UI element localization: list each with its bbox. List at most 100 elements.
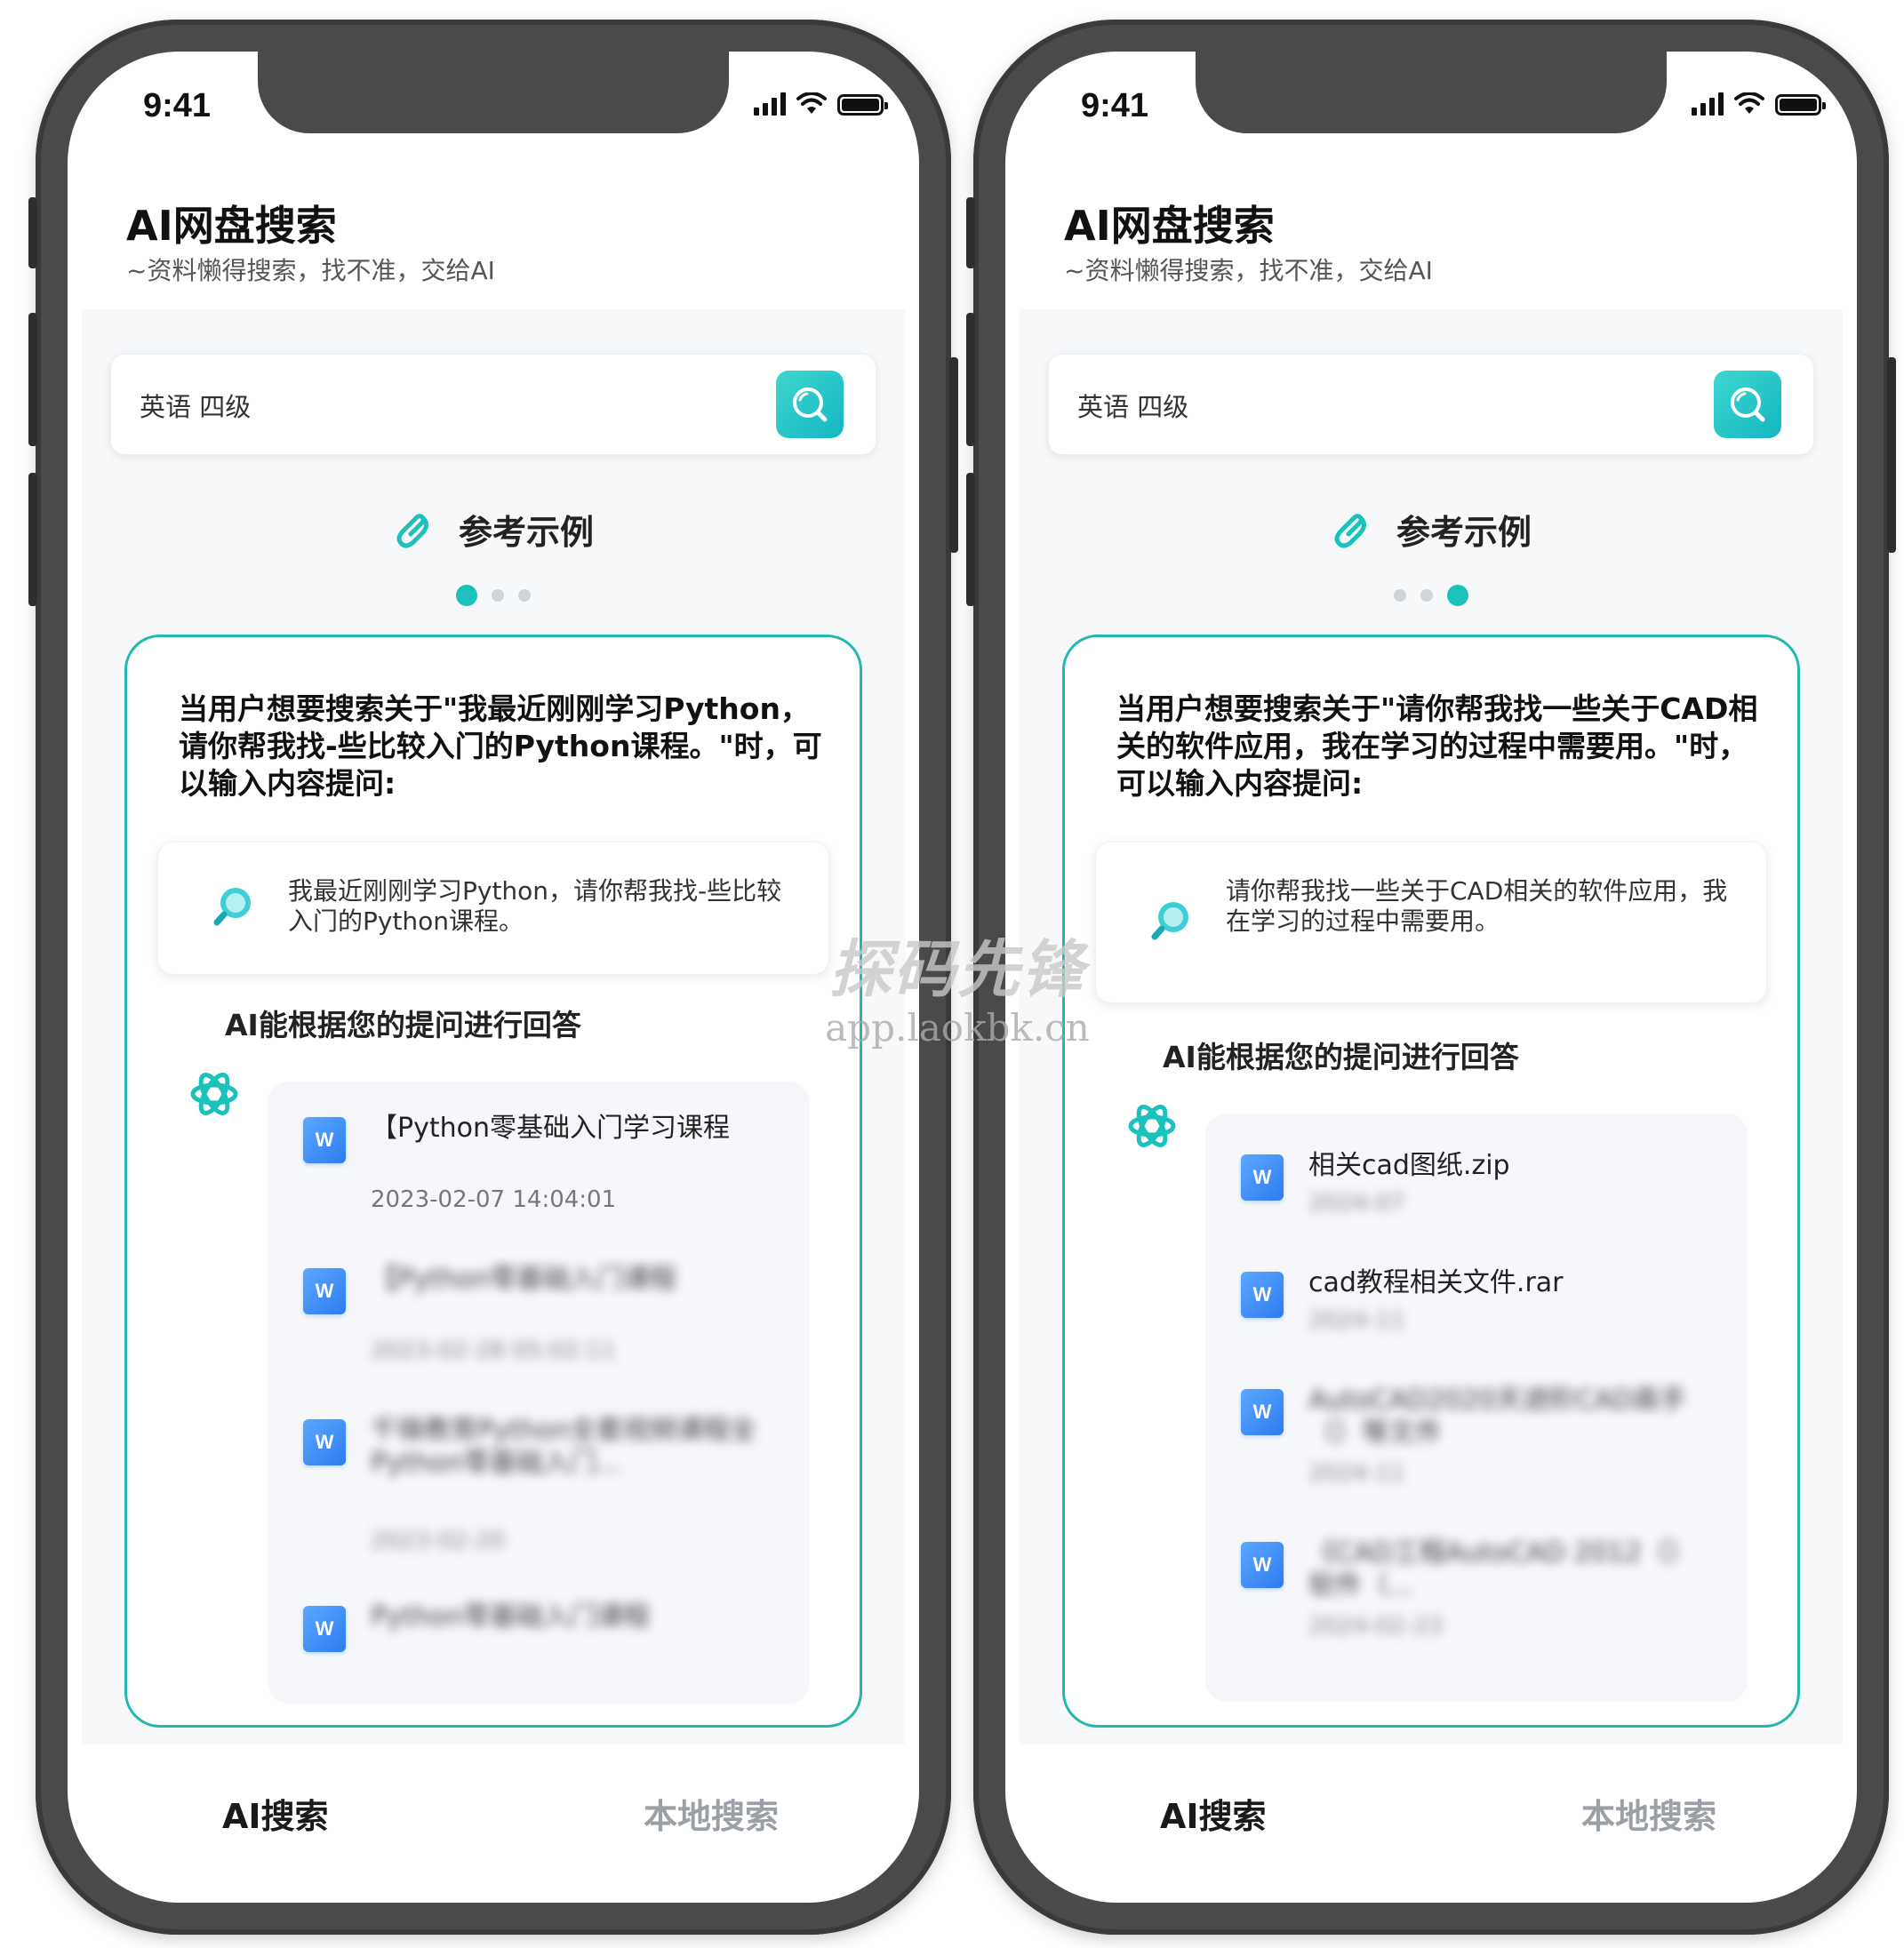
- volume-up-button: [966, 313, 975, 446]
- result-date: 2024-02-23: [1308, 1613, 1444, 1640]
- reference-header: 参考示例: [1005, 505, 1857, 554]
- result-item[interactable]: W 《CAD工程AutoCAD 2012（）软件（... 2024-02-23: [1241, 1537, 1721, 1661]
- result-name: 千锋教育Python全套视频课程全Python零基础入门...: [371, 1415, 756, 1479]
- paperclip-icon: [396, 513, 428, 547]
- example-heading: 当用户想要搜索关于"我最近刚刚学习Python，请你帮我找-些比较入门的Pyth…: [179, 691, 822, 801]
- result-item[interactable]: W Python零基础入门课程: [303, 1601, 783, 1672]
- example-query-text: 我最近刚刚学习Python，请你帮我找-些比较入门的Python课程。: [288, 876, 782, 936]
- word-doc-icon: W: [303, 1606, 346, 1652]
- magnifier-icon: [1151, 902, 1188, 940]
- result-item[interactable]: W cad教程相关文件.rar 2024-11: [1241, 1266, 1721, 1355]
- phone-screen: 9:41 AI网盘搜索 ~资料懒得搜索，找不准，交给AI 英语 四级 参考示例 …: [68, 52, 919, 1903]
- bottom-tab-bar: AI搜索 本地搜索: [68, 1789, 919, 1860]
- search-icon: [793, 387, 828, 422]
- result-date: 2024-11: [1308, 1460, 1405, 1487]
- status-icons: [754, 92, 888, 116]
- word-doc-icon: W: [1241, 1389, 1284, 1435]
- wifi-icon: [796, 92, 827, 114]
- app-subtitle: ~资料懒得搜索，找不准，交给AI: [126, 256, 495, 285]
- word-doc-icon: W: [303, 1419, 346, 1465]
- carousel-dots: [68, 585, 919, 606]
- notch: [258, 52, 729, 133]
- example-query-box[interactable]: 我最近刚刚学习Python，请你帮我找-些比较入门的Python课程。: [157, 842, 829, 975]
- result-name: AutoCAD2020天进阶CAD高手（）等文件: [1308, 1385, 1687, 1449]
- app-title: AI网盘搜索: [126, 202, 337, 250]
- ai-assistant-icon: [190, 1073, 238, 1115]
- bottom-tab-bar: AI搜索 本地搜索: [1005, 1789, 1857, 1860]
- magnifier-icon: [213, 888, 251, 926]
- result-name: 【Python零基础入门课程: [371, 1264, 676, 1295]
- volume-up-button: [28, 313, 37, 446]
- example-query-text: 请你帮我找一些关于CAD相关的软件应用，我在学习的过程中需要用。: [1226, 876, 1728, 936]
- search-box[interactable]: [110, 354, 876, 455]
- word-doc-icon: W: [1241, 1154, 1284, 1201]
- reference-header: 参考示例: [68, 505, 919, 554]
- silent-switch: [28, 197, 37, 268]
- tab-ai-search[interactable]: AI搜索: [222, 1789, 329, 1838]
- search-button[interactable]: [776, 371, 844, 438]
- tab-local-search[interactable]: 本地搜索: [1581, 1789, 1716, 1838]
- carousel-dot[interactable]: [518, 589, 531, 602]
- result-date: 2023-02-07 14:04:01: [371, 1186, 617, 1213]
- volume-down-button: [966, 473, 975, 606]
- result-date: 2024-11: [1308, 1307, 1405, 1334]
- result-date: 2024-07: [1308, 1190, 1405, 1217]
- wifi-icon: [1734, 92, 1764, 114]
- word-doc-icon: W: [303, 1268, 346, 1314]
- result-name: 《CAD工程AutoCAD 2012（）软件（...: [1308, 1537, 1695, 1601]
- carousel-dots: [1005, 585, 1857, 606]
- word-doc-icon: W: [1241, 1272, 1284, 1318]
- tab-local-search[interactable]: 本地搜索: [644, 1789, 779, 1838]
- result-date: 2023-02-20: [371, 1528, 506, 1554]
- carousel-dot[interactable]: [1447, 585, 1468, 606]
- battery-icon: [1775, 94, 1826, 116]
- word-doc-icon: W: [303, 1117, 346, 1163]
- ai-assistant-icon: [1128, 1105, 1176, 1147]
- reference-title: 参考示例: [1396, 513, 1532, 552]
- carousel-dot[interactable]: [492, 589, 504, 602]
- tab-ai-search[interactable]: AI搜索: [1160, 1789, 1267, 1838]
- result-item[interactable]: W 相关cad图纸.zip 2024-07: [1241, 1149, 1721, 1238]
- result-name: 【Python零基础入门学习课程: [371, 1113, 730, 1144]
- status-time: 9:41: [143, 87, 212, 124]
- phone-screen: 9:41 AI网盘搜索 ~资料懒得搜索，找不准，交给AI 英语 四级 参考示例 …: [1005, 52, 1857, 1903]
- silent-switch: [966, 197, 975, 268]
- search-input[interactable]: [1076, 381, 1630, 429]
- volume-down-button: [28, 473, 37, 606]
- signal-icon: [1692, 92, 1724, 116]
- search-box[interactable]: [1048, 354, 1814, 455]
- result-item[interactable]: W 【Python零基础入门课程 2023-02-28 05:02:11: [303, 1263, 783, 1378]
- carousel-dot[interactable]: [1394, 589, 1406, 602]
- result-list: W 相关cad图纸.zip 2024-07 W cad教程相关文件.rar 20…: [1205, 1114, 1748, 1702]
- battery-icon: [837, 94, 888, 116]
- carousel-dot[interactable]: [1420, 589, 1433, 602]
- result-item[interactable]: W 千锋教育Python全套视频课程全Python零基础入门... 2023-0…: [303, 1414, 783, 1565]
- result-name: cad教程相关文件.rar: [1308, 1267, 1564, 1298]
- result-item[interactable]: W 【Python零基础入门学习课程 2023-02-07 14:04:01: [303, 1112, 783, 1227]
- reference-title: 参考示例: [458, 513, 594, 552]
- example-query-box[interactable]: 请你帮我找一些关于CAD相关的软件应用，我在学习的过程中需要用。: [1095, 842, 1767, 1003]
- power-button: [949, 357, 958, 553]
- example-heading: 当用户想要搜索关于"请你帮我找一些关于CAD相关的软件应用，我在学习的过程中需要…: [1116, 691, 1758, 801]
- app-subtitle: ~资料懒得搜索，找不准，交给AI: [1064, 256, 1433, 285]
- search-input[interactable]: [138, 381, 692, 429]
- carousel-dot[interactable]: [456, 585, 477, 606]
- signal-icon: [754, 92, 786, 116]
- answer-label: AI能根据您的提问进行回答: [1163, 1040, 1519, 1074]
- app-title: AI网盘搜索: [1064, 202, 1275, 250]
- phone-frame-left: 9:41 AI网盘搜索 ~资料懒得搜索，找不准，交给AI 英语 四级 参考示例 …: [28, 20, 958, 1935]
- result-item[interactable]: W AutoCAD2020天进阶CAD高手（）等文件 2024-11: [1241, 1384, 1721, 1508]
- status-icons: [1692, 92, 1826, 116]
- paperclip-icon: [1334, 513, 1366, 547]
- status-time: 9:41: [1081, 87, 1149, 124]
- search-icon: [1731, 387, 1765, 422]
- result-date: 2023-02-28 05:02:11: [371, 1337, 617, 1364]
- example-card: 当用户想要搜索关于"我最近刚刚学习Python，请你帮我找-些比较入门的Pyth…: [124, 635, 862, 1728]
- example-card: 当用户想要搜索关于"请你帮我找一些关于CAD相关的软件应用，我在学习的过程中需要…: [1062, 635, 1800, 1728]
- phone-frame-right: 9:41 AI网盘搜索 ~资料懒得搜索，找不准，交给AI 英语 四级 参考示例 …: [966, 20, 1896, 1935]
- search-button[interactable]: [1714, 371, 1781, 438]
- power-button: [1887, 357, 1896, 553]
- result-name: 相关cad图纸.zip: [1308, 1150, 1510, 1181]
- notch: [1196, 52, 1667, 133]
- answer-label: AI能根据您的提问进行回答: [225, 1008, 581, 1042]
